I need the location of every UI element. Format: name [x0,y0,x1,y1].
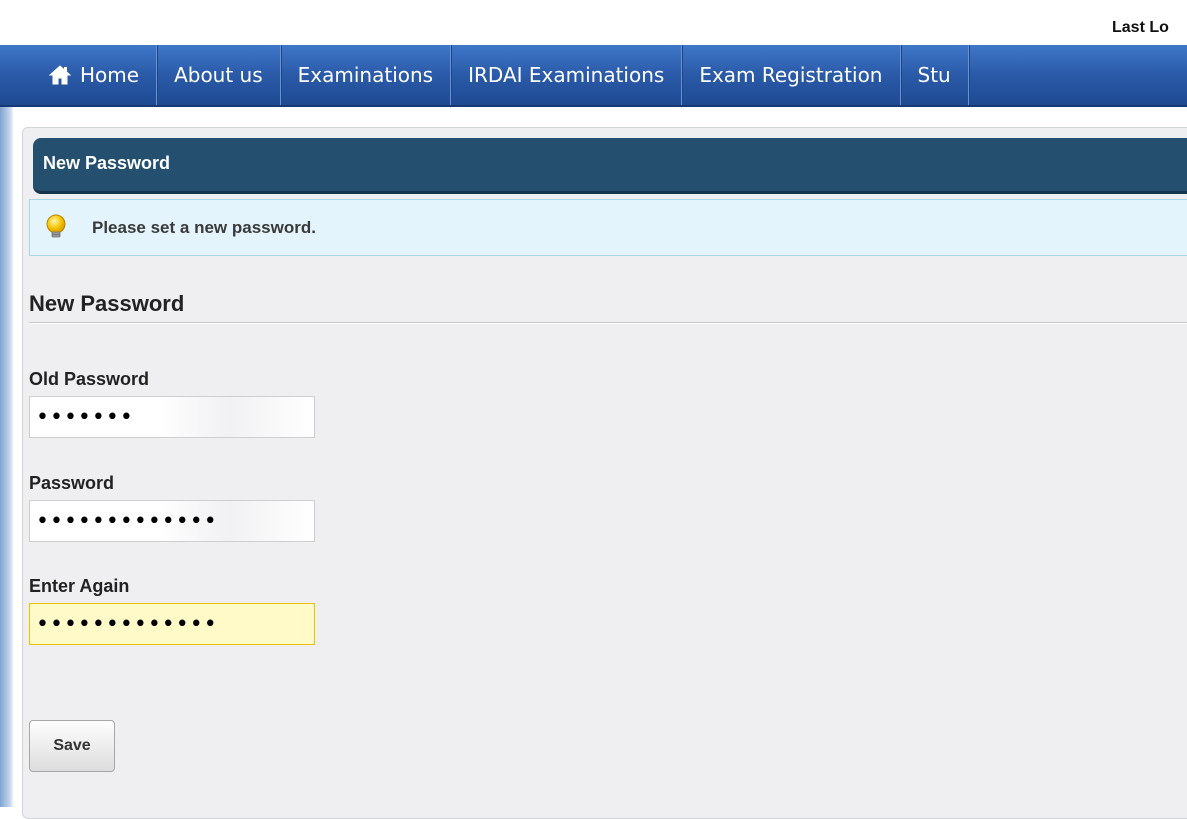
nav-item-label: Stu [917,63,951,87]
nav-item-exam-registration[interactable]: Exam Registration [682,45,901,105]
nav-list: Home About us Examinations IRDAI Examina… [0,45,1187,105]
nav-item-home[interactable]: Home [0,45,158,105]
section-title: New Password [29,291,185,316]
nav-item-label: Examinations [297,63,434,87]
password-input[interactable] [29,500,315,542]
panel-header: New Password [33,138,1187,194]
nav-item-about-us[interactable]: About us [157,45,281,105]
nav-item-label: Home [80,63,140,87]
nav-item-examinations[interactable]: Examinations [281,45,452,105]
nav-item-label: Exam Registration [699,63,883,87]
notice-text: Please set a new password. [92,218,316,237]
nav-item-student[interactable]: Stu [901,45,969,105]
old-password-label: Old Password [29,369,150,389]
top-bar: Last Lo [0,0,1187,45]
nav-item-irdai-examinations[interactable]: IRDAI Examinations [451,45,683,105]
home-icon [48,64,72,86]
lightbulb-icon [44,214,68,240]
nav-item-label: IRDAI Examinations [468,63,665,87]
section-divider [29,322,1187,324]
info-notice: Please set a new password. [29,199,1187,256]
confirm-password-label: Enter Again [29,576,130,596]
nav-item-label: About us [174,63,263,87]
content-area: New Password Please set a new password. … [0,107,1187,819]
last-login-label: Last Lo [1112,19,1169,36]
confirm-password-input[interactable] [29,603,315,645]
save-button[interactable]: Save [29,720,115,772]
main-nav: Home About us Examinations IRDAI Examina… [0,45,1187,107]
panel-title: New Password [43,153,171,173]
old-password-input[interactable] [29,396,315,438]
password-label: Password [29,473,115,493]
